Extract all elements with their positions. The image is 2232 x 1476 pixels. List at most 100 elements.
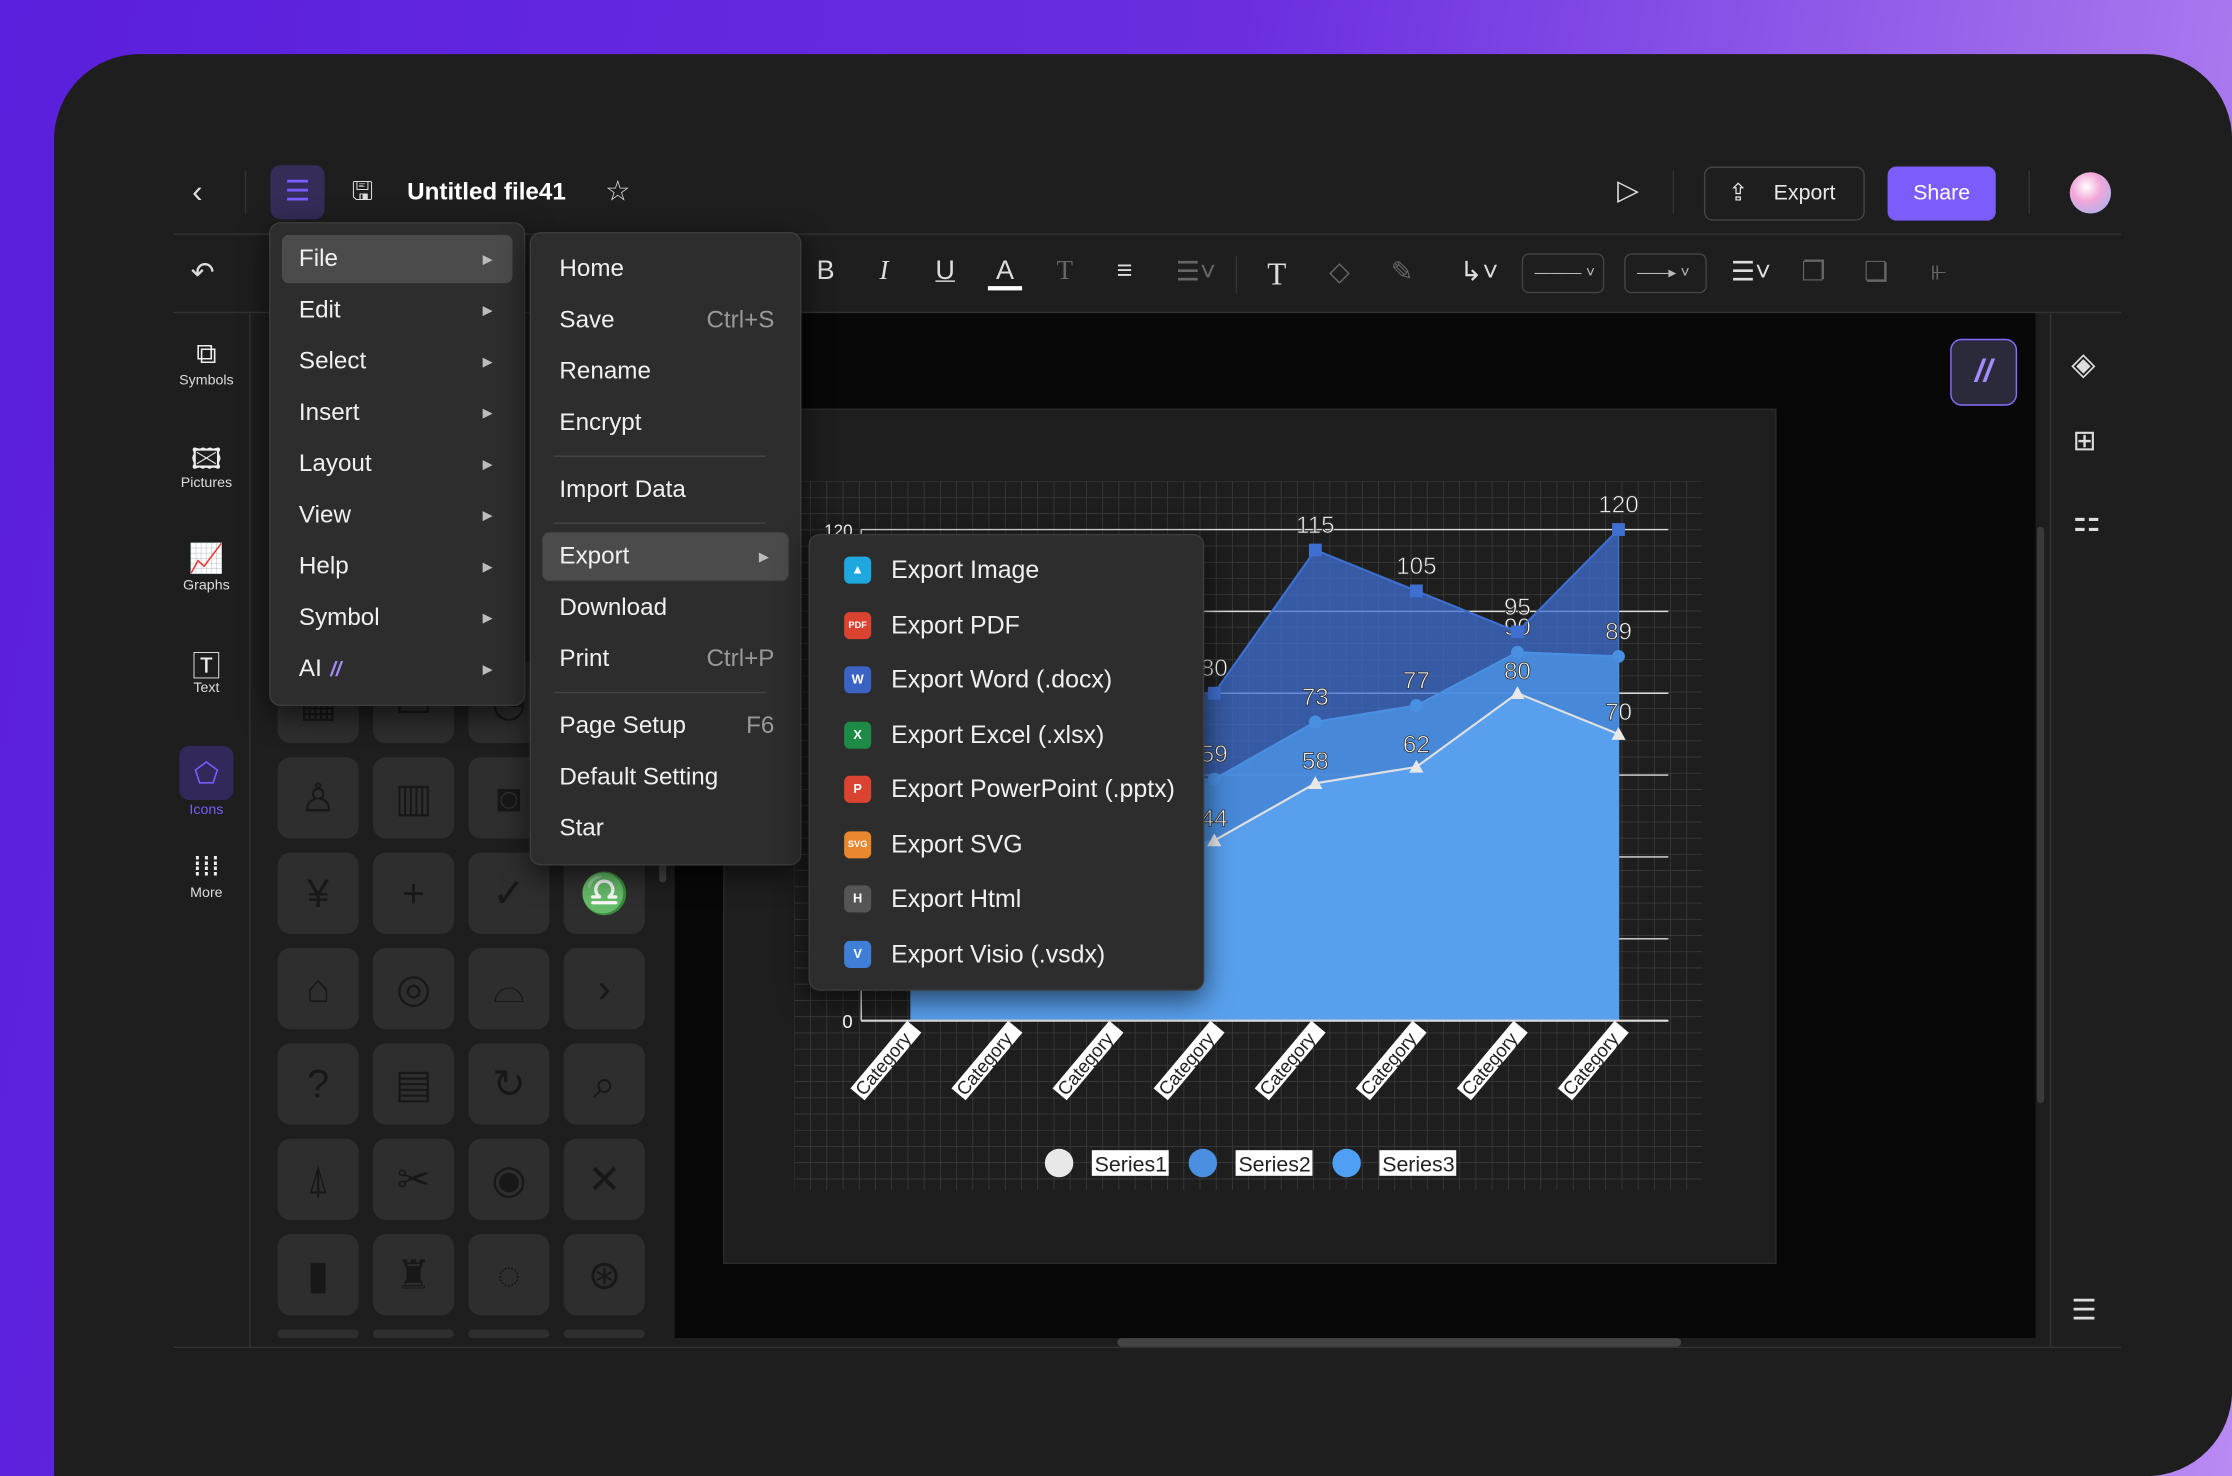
arrow-style-dropdown[interactable]: ——▸ ˅ — [1624, 253, 1707, 294]
icon-tile[interactable]: › — [563, 948, 645, 1030]
icon-tile[interactable]: ◉ — [468, 1138, 550, 1220]
file-menu-item-print[interactable]: Print Ctrl+P — [542, 635, 788, 683]
text-tool-button[interactable]: T — [1260, 256, 1294, 293]
icon-tile[interactable]: ⌓ — [468, 948, 550, 1030]
brush-icon[interactable]: ✎ — [1385, 256, 1419, 289]
data-point — [1612, 650, 1625, 663]
vertical-scrollbar[interactable] — [2037, 526, 2045, 1104]
menu-item-select[interactable]: Select ▶ — [282, 337, 513, 385]
back-icon[interactable]: ‹ — [192, 176, 202, 208]
file-menu-item-page-setup[interactable]: Page Setup F6 — [542, 702, 788, 750]
menu-item-edit[interactable]: Edit ▶ — [282, 286, 513, 334]
menu-item-layout[interactable]: Layout ▶ — [282, 440, 513, 488]
sidebar-item-symbols[interactable]: ⧉ Symbols — [174, 336, 239, 389]
sidebar-item-label: Text — [193, 680, 220, 697]
icon-tile[interactable]: ♜ — [372, 1234, 455, 1316]
align-icon[interactable]: ≡ — [1107, 256, 1141, 287]
italic-button[interactable]: I — [867, 256, 901, 287]
icon-tile[interactable]: ⊛ — [563, 1234, 645, 1316]
line-weight-icon[interactable]: ☰˅ — [1725, 256, 1776, 289]
play-icon[interactable]: ▷ — [1617, 177, 1639, 205]
document-title[interactable]: Untitled file41 — [407, 178, 566, 206]
save-icon[interactable]: 🖫 — [352, 178, 374, 204]
file-menu-item-import-data[interactable]: Import Data — [542, 465, 788, 513]
sidebar-item-graphs[interactable]: 📈 Graphs — [174, 541, 239, 594]
icon-tile[interactable]: ◌ — [468, 1234, 550, 1316]
icon-tile[interactable]: ¥ — [277, 852, 359, 934]
file-type-icon: H — [844, 885, 872, 913]
icon-tile[interactable]: ⌕ — [563, 1043, 645, 1125]
font-color-button[interactable]: A — [987, 256, 1023, 291]
export-menu-item[interactable]: SVG Export SVG — [810, 818, 1203, 869]
bold-button[interactable]: B — [809, 256, 843, 287]
export-menu-item[interactable]: W Export Word (.docx) — [810, 653, 1203, 704]
export-menu-item[interactable]: PDF Export PDF — [810, 599, 1203, 650]
export-menu-item[interactable]: H Export Html — [810, 873, 1203, 924]
icon-tile[interactable]: ✕ — [563, 1138, 645, 1220]
icon-tile[interactable]: ▤ — [372, 1043, 455, 1125]
sidebar-item-pictures[interactable]: 🖾 Pictures — [174, 438, 239, 491]
page-settings-icon[interactable]: ⊞ — [2073, 427, 2097, 455]
file-menu-item-encrypt[interactable]: Encrypt — [542, 399, 788, 447]
export-button[interactable]: ⇪ Export — [1703, 166, 1865, 221]
data-label: 70 — [1605, 699, 1632, 726]
icon-tile[interactable]: ? — [277, 1043, 359, 1125]
icon-tile[interactable]: ▢ — [277, 1329, 359, 1339]
icon-tile[interactable]: ▢ — [468, 1329, 550, 1339]
file-type-icon: ▲ — [844, 556, 872, 584]
sidebar-item-more[interactable]: ⁞⁞⁞ More — [174, 848, 239, 901]
icon-tile[interactable]: ▢ — [563, 1329, 645, 1339]
icon-tile[interactable]: ◎ — [372, 948, 455, 1030]
connector-icon[interactable]: ↳˅ — [1453, 256, 1504, 289]
fill-icon[interactable]: ◇ — [1322, 256, 1356, 289]
menu-item-insert[interactable]: Insert ▶ — [282, 389, 513, 437]
icon-tile[interactable]: ♙ — [277, 757, 359, 839]
back-layer-icon[interactable]: ❏ — [1859, 256, 1893, 289]
file-menu-item-save[interactable]: Save Ctrl+S — [542, 296, 788, 344]
spacing-icon[interactable]: ☰˅ — [1170, 256, 1221, 289]
icon-tile[interactable]: ✂ — [372, 1138, 455, 1220]
avatar[interactable] — [2069, 172, 2112, 214]
icon-tile[interactable]: ▥ — [372, 757, 455, 839]
star-icon[interactable]: ☆ — [605, 178, 631, 206]
file-menu-item-default-setting[interactable]: Default Setting — [542, 753, 788, 801]
text-style-button[interactable]: T — [1048, 256, 1082, 287]
icon-tile[interactable]: ↻ — [468, 1043, 550, 1125]
menu-button[interactable]: ☰ — [270, 165, 325, 220]
ai-assistant-button[interactable]: // — [1950, 338, 2018, 406]
grid-icon[interactable]: ⚏ — [2073, 505, 2101, 536]
file-menu-item-home[interactable]: Home — [542, 245, 788, 293]
line-style-dropdown[interactable]: ——— ˅ — [1521, 253, 1605, 294]
undo-icon[interactable]: ↶ — [191, 259, 215, 287]
menu-item-symbol[interactable]: Symbol ▶ — [282, 594, 513, 642]
icon-tile[interactable]: ▮ — [277, 1234, 359, 1316]
icon-tile[interactable]: + — [372, 852, 455, 934]
export-menu-item[interactable]: P Export PowerPoint (.pptx) — [810, 763, 1203, 814]
icon-tile[interactable]: ▢ — [372, 1329, 455, 1339]
align-left-icon[interactable]: ⫦ — [1922, 256, 1956, 287]
export-menu-item[interactable]: X Export Excel (.xlsx) — [810, 708, 1203, 759]
underline-button[interactable]: U — [928, 256, 962, 287]
file-menu-item-export[interactable]: Export ▶ — [542, 532, 789, 581]
file-menu-item-rename[interactable]: Rename — [542, 347, 788, 395]
menu-item-file[interactable]: File ▶ — [281, 234, 513, 284]
icon-tile[interactable]: ⍋ — [277, 1138, 359, 1220]
file-menu-item-download[interactable]: Download — [542, 584, 788, 632]
settings-list-icon[interactable]: ☰ — [2071, 1297, 2097, 1325]
menu-item-view[interactable]: View ▶ — [282, 491, 513, 539]
sidebar-item-icons[interactable]: ⬠ Icons — [174, 745, 239, 819]
horizontal-scrollbar[interactable] — [1117, 1338, 1682, 1347]
share-button[interactable]: Share — [1887, 166, 1996, 221]
file-menu-item-star[interactable]: Star — [542, 804, 788, 852]
front-icon[interactable]: ❐ — [1796, 256, 1830, 289]
data-point — [1612, 523, 1625, 536]
sidebar-item-text[interactable]: 🅃 Text — [174, 643, 239, 696]
icon-tile[interactable]: ⌂ — [277, 948, 359, 1030]
export-menu-item[interactable]: V Export Visio (.vsdx) — [810, 927, 1203, 978]
fill-style-icon[interactable]: ◈ — [2071, 348, 2095, 380]
menu-item-ai[interactable]: AI // ▶ — [282, 645, 513, 693]
export-menu-item[interactable]: ▲ Export Image — [810, 544, 1203, 595]
data-label: 73 — [1302, 684, 1329, 711]
menu-item-label: Insert — [298, 398, 360, 426]
menu-item-help[interactable]: Help ▶ — [282, 542, 513, 590]
